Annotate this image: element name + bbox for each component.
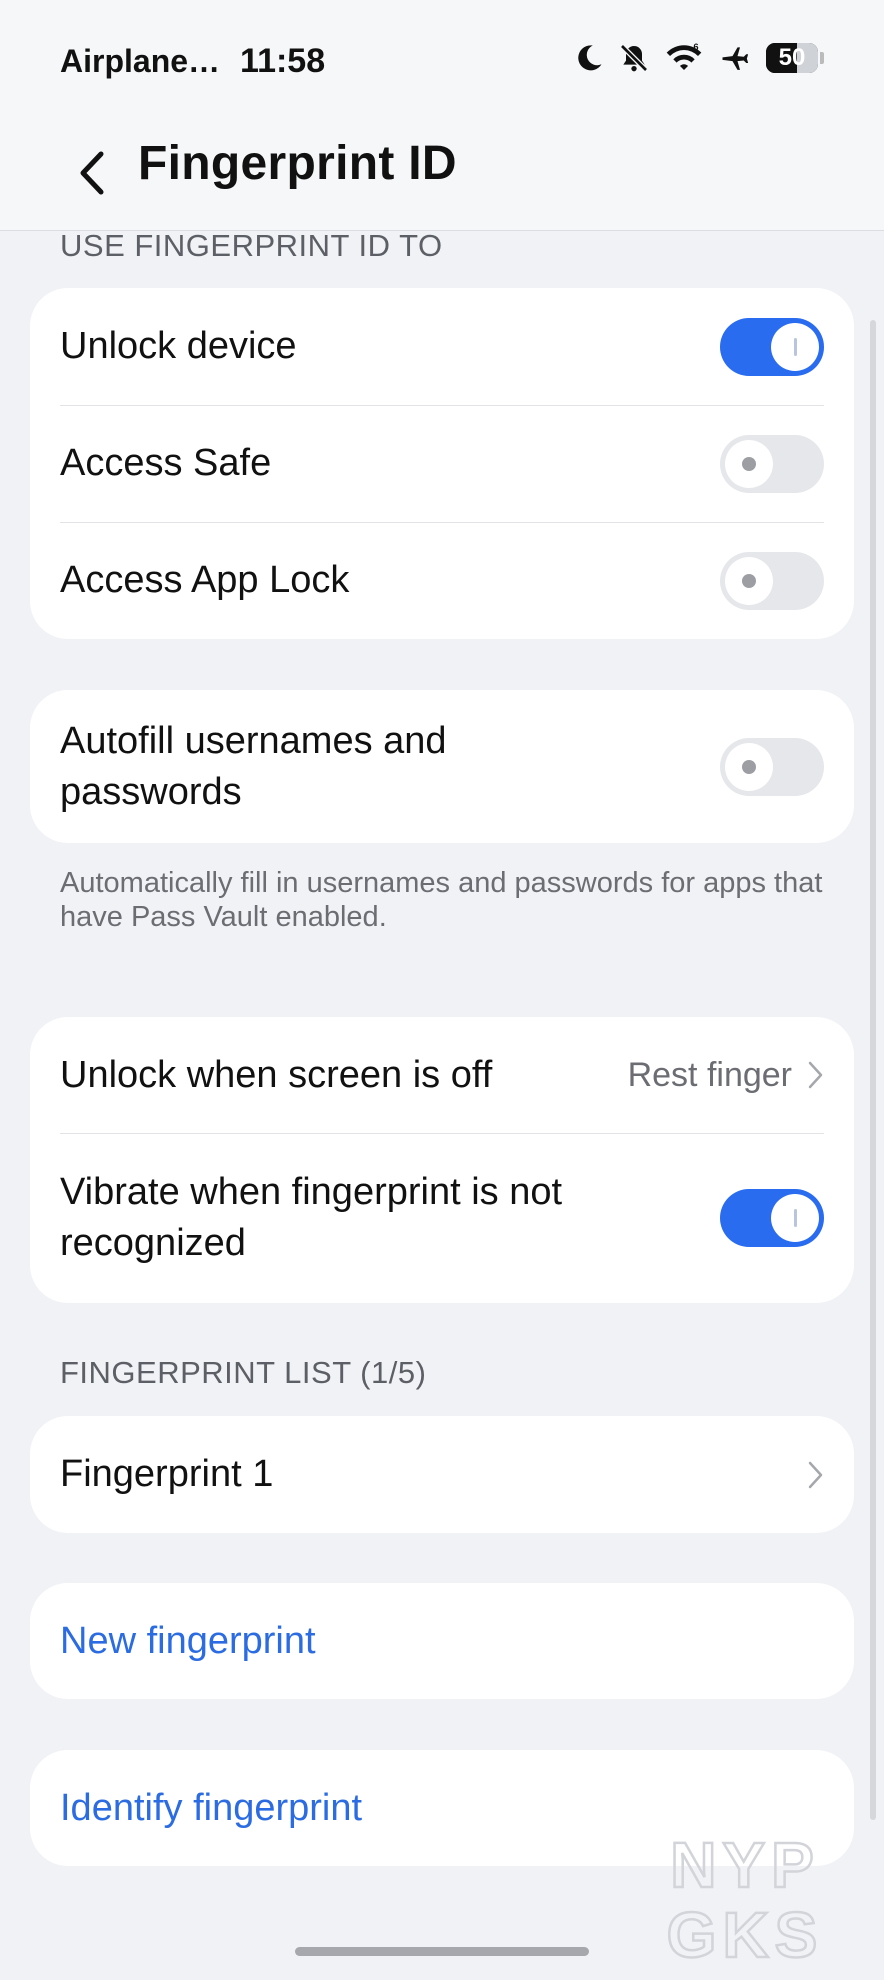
- watermark-line1: NYP: [670, 1829, 820, 1901]
- new-fingerprint-button[interactable]: New fingerprint: [30, 1583, 854, 1699]
- battery-icon: 50: [766, 43, 824, 73]
- vibrate-toggle[interactable]: [720, 1189, 824, 1247]
- svg-text:6: 6: [693, 42, 698, 52]
- autofill-note: Automatically fill in usernames and pass…: [60, 867, 823, 933]
- access-app-lock-toggle[interactable]: [720, 551, 824, 610]
- row-label: Unlock device: [60, 325, 297, 367]
- row-label: Access Safe: [60, 442, 272, 484]
- card-screen-settings: Unlock when screen is off Rest finger Vi…: [30, 1017, 854, 1303]
- section-label-use: USE FINGERPRINT ID TO: [60, 228, 443, 263]
- row-label: Autofill usernames and passwords: [60, 719, 447, 813]
- chevron-right-icon: [808, 1061, 823, 1089]
- divider: [60, 405, 824, 406]
- row-autofill[interactable]: Autofill usernames and passwords: [30, 690, 854, 843]
- bell-off-icon: [618, 42, 650, 74]
- row-unlock-screen-off[interactable]: Unlock when screen is off Rest finger: [30, 1017, 854, 1133]
- row-label: Access App Lock: [60, 559, 350, 601]
- section-label-fingerprint-list: FINGERPRINT LIST (1/5): [60, 1355, 427, 1390]
- moon-icon: [574, 43, 604, 73]
- page-title: Fingerprint ID: [138, 137, 457, 190]
- airplane-icon: [718, 43, 752, 73]
- status-right: 6 50: [574, 42, 824, 74]
- unlock-device-toggle[interactable]: [720, 317, 824, 376]
- card-new-fingerprint: New fingerprint: [30, 1583, 854, 1699]
- row-vibrate[interactable]: Vibrate when fingerprint is not recogniz…: [30, 1133, 854, 1303]
- row-value: Rest finger: [628, 1056, 824, 1095]
- home-indicator[interactable]: [295, 1947, 589, 1956]
- wifi-icon: 6: [664, 42, 704, 74]
- clock: 11:58: [240, 42, 326, 80]
- card-use-fingerprint: Unlock device Access Safe Access App Loc…: [30, 288, 854, 639]
- divider: [60, 522, 824, 523]
- card-fingerprint-list: Fingerprint 1: [30, 1416, 854, 1533]
- watermark-line2: GKS: [667, 1899, 824, 1965]
- autofill-toggle[interactable]: [720, 737, 824, 796]
- unlock-mode-value: Rest finger: [627, 1055, 792, 1094]
- card-autofill: Autofill usernames and passwords: [30, 690, 854, 843]
- divider: [60, 1133, 824, 1134]
- list-item-fingerprint[interactable]: Fingerprint 1: [30, 1416, 854, 1533]
- row-unlock-device[interactable]: Unlock device: [30, 288, 854, 405]
- battery-body: 50: [766, 43, 818, 73]
- watermark-logo: NYP GKS: [665, 1828, 824, 1965]
- row-access-app-lock[interactable]: Access App Lock: [30, 522, 854, 639]
- chevron-left-icon: [80, 151, 104, 195]
- status-left: Airplane… 11:58: [60, 42, 325, 81]
- app-header: Fingerprint ID: [0, 120, 884, 231]
- access-safe-toggle[interactable]: [720, 434, 824, 493]
- row-label: Fingerprint 1: [60, 1453, 274, 1495]
- status-bar: Airplane… 11:58 6 50: [0, 0, 884, 120]
- row-label: Unlock when screen is off: [60, 1053, 493, 1096]
- new-fingerprint-label: New fingerprint: [60, 1619, 316, 1662]
- identify-fingerprint-label: Identify fingerprint: [60, 1786, 363, 1829]
- row-access-safe[interactable]: Access Safe: [30, 405, 854, 522]
- battery-level: 50: [778, 44, 806, 71]
- scrollbar[interactable]: [870, 320, 876, 1820]
- row-label: Vibrate when fingerprint is not recogniz…: [60, 1171, 563, 1264]
- chevron-right-icon: [808, 1461, 823, 1488]
- carrier-text: Airplane…: [60, 43, 221, 79]
- back-button[interactable]: [62, 138, 122, 208]
